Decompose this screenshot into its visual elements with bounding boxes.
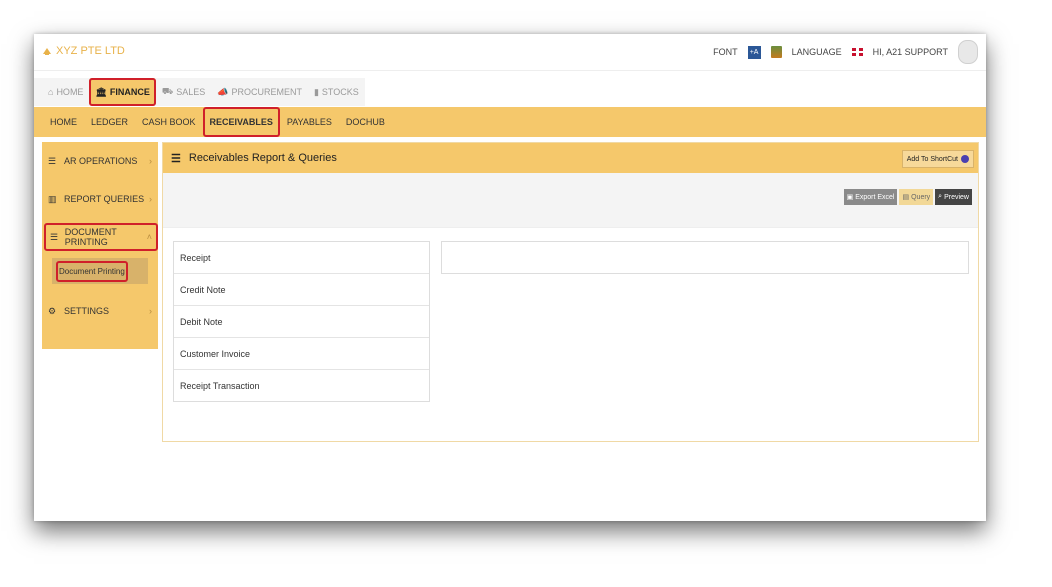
bar-chart-icon: ▮ — [313, 86, 319, 97]
top-right-controls: FONT +A LANGUAGE HI, A21 SUPPORT — [713, 40, 978, 64]
list-item[interactable]: Customer Invoice — [174, 338, 429, 370]
list-item[interactable]: Credit Note — [174, 274, 429, 306]
uk-flag-icon[interactable] — [851, 48, 863, 56]
app-window: XYZ PTE LTD FONT +A LANGUAGE HI, A21 SUP… — [34, 34, 986, 521]
font-size-icon[interactable]: +A — [747, 45, 761, 59]
tab-home[interactable]: ⌂ HOME — [34, 78, 89, 106]
preview-label: Preview — [944, 193, 969, 201]
sidebar: ☰ AR OPERATIONS › ▥ REPORT QUERIES › ☰ D… — [42, 142, 158, 349]
bank-icon: 🏛 — [95, 86, 107, 97]
chevron-right-icon: › — [149, 306, 152, 316]
search-icon: ⌕ — [938, 193, 943, 200]
sidebar-subitem-label: Document Printing — [56, 260, 128, 282]
subnav-ledger[interactable]: LEDGER — [84, 107, 135, 137]
page-title: Receivables Report & Queries — [188, 152, 337, 164]
sidebar-item-document-printing[interactable]: ☰ DOCUMENT PRINTING ˄ — [42, 218, 158, 256]
brand-name: XYZ PTE LTD — [56, 45, 125, 57]
main-panel: ☰ Receivables Report & Queries Add To Sh… — [162, 142, 979, 442]
tab-procurement[interactable]: 📣 PROCUREMENT — [211, 78, 308, 106]
megaphone-icon: 📣 — [217, 86, 229, 97]
tab-finance[interactable]: 🏛 FINANCE — [89, 78, 156, 106]
document-detail-panel — [441, 241, 969, 274]
tab-label: FINANCE — [109, 87, 150, 97]
cart-icon: ⛟ — [161, 86, 174, 96]
bar-chart-icon: ▥ — [48, 193, 57, 204]
list-item[interactable]: Receipt — [174, 242, 429, 274]
sidebar-item-report-queries[interactable]: ▥ REPORT QUERIES › — [42, 180, 158, 218]
shortcut-label: Add To ShortCut — [906, 155, 958, 163]
sidebar-subitem-document-printing[interactable]: Document Printing — [52, 258, 148, 284]
export-excel-button[interactable]: ▣ Export Excel — [843, 189, 898, 205]
subnav-dochub[interactable]: DOCHUB — [339, 107, 392, 137]
menu-icon[interactable]: ☰ — [171, 152, 181, 165]
add-to-shortcut-button[interactable]: Add To ShortCut — [901, 150, 974, 168]
tab-label: HOME — [56, 87, 84, 97]
sidebar-item-label: SETTINGS — [64, 306, 110, 316]
excel-icon: ▣ — [846, 194, 854, 201]
subnav-payables[interactable]: PAYABLES — [280, 107, 339, 137]
list-icon: ☰ — [50, 231, 59, 242]
tab-sales[interactable]: ⛟ SALES — [156, 78, 211, 106]
tab-label: PROCUREMENT — [231, 87, 302, 97]
top-bar: XYZ PTE LTD FONT +A LANGUAGE HI, A21 SUP… — [34, 34, 986, 71]
user-greeting[interactable]: HI, A21 SUPPORT — [873, 47, 948, 57]
brand[interactable]: XYZ PTE LTD — [42, 45, 125, 57]
subnav-cash-book[interactable]: CASH BOOK — [135, 107, 203, 137]
sidebar-item-settings[interactable]: ⚙ SETTINGS › — [42, 292, 158, 330]
avatar[interactable] — [958, 40, 978, 64]
subnav-receivables[interactable]: RECEIVABLES — [202, 107, 280, 137]
sidebar-item-ar-operations[interactable]: ☰ AR OPERATIONS › — [42, 142, 158, 180]
font-label: FONT — [713, 47, 738, 57]
toolbar-buttons: ▣ Export Excel ▤ Query ⌕ Preview — [843, 189, 972, 205]
sub-navigation: HOME LEDGER CASH BOOK RECEIVABLES PAYABL… — [34, 107, 986, 137]
export-label: Export Excel — [855, 193, 895, 201]
module-tabs: ⌂ HOME 🏛 FINANCE ⛟ SALES 📣 PROCUREMENT ▮… — [34, 78, 365, 106]
chevron-right-icon: › — [149, 156, 152, 166]
info-icon — [961, 155, 969, 163]
preview-button[interactable]: ⌕ Preview — [935, 189, 972, 205]
subnav-home[interactable]: HOME — [34, 107, 84, 137]
document-type-list: Receipt Credit Note Debit Note Customer … — [173, 241, 430, 402]
sidebar-item-label: DOCUMENT PRINTING — [64, 227, 117, 247]
tab-label: SALES — [176, 87, 206, 97]
tab-label: STOCKS — [321, 87, 359, 97]
tab-stocks[interactable]: ▮ STOCKS — [308, 78, 365, 106]
table-icon: ▤ — [902, 194, 910, 201]
logo-icon — [43, 48, 51, 55]
gear-icon: ⚙ — [48, 305, 57, 316]
book-icon[interactable] — [770, 46, 782, 58]
list-icon: ☰ — [48, 155, 57, 166]
list-item[interactable]: Receipt Transaction — [174, 370, 429, 401]
chevron-right-icon: › — [149, 194, 152, 204]
panel-toolbar: ▣ Export Excel ▤ Query ⌕ Preview — [163, 173, 978, 228]
query-button[interactable]: ▤ Query — [899, 189, 934, 205]
sidebar-item-label: REPORT QUERIES — [64, 194, 145, 204]
query-label: Query — [911, 193, 931, 201]
sidebar-item-label: AR OPERATIONS — [64, 156, 138, 166]
panel-header: ☰ Receivables Report & Queries Add To Sh… — [163, 143, 978, 173]
list-item[interactable]: Debit Note — [174, 306, 429, 338]
language-label: LANGUAGE — [791, 47, 842, 57]
chevron-up-icon: ˄ — [146, 232, 152, 242]
home-icon: ⌂ — [48, 87, 54, 97]
